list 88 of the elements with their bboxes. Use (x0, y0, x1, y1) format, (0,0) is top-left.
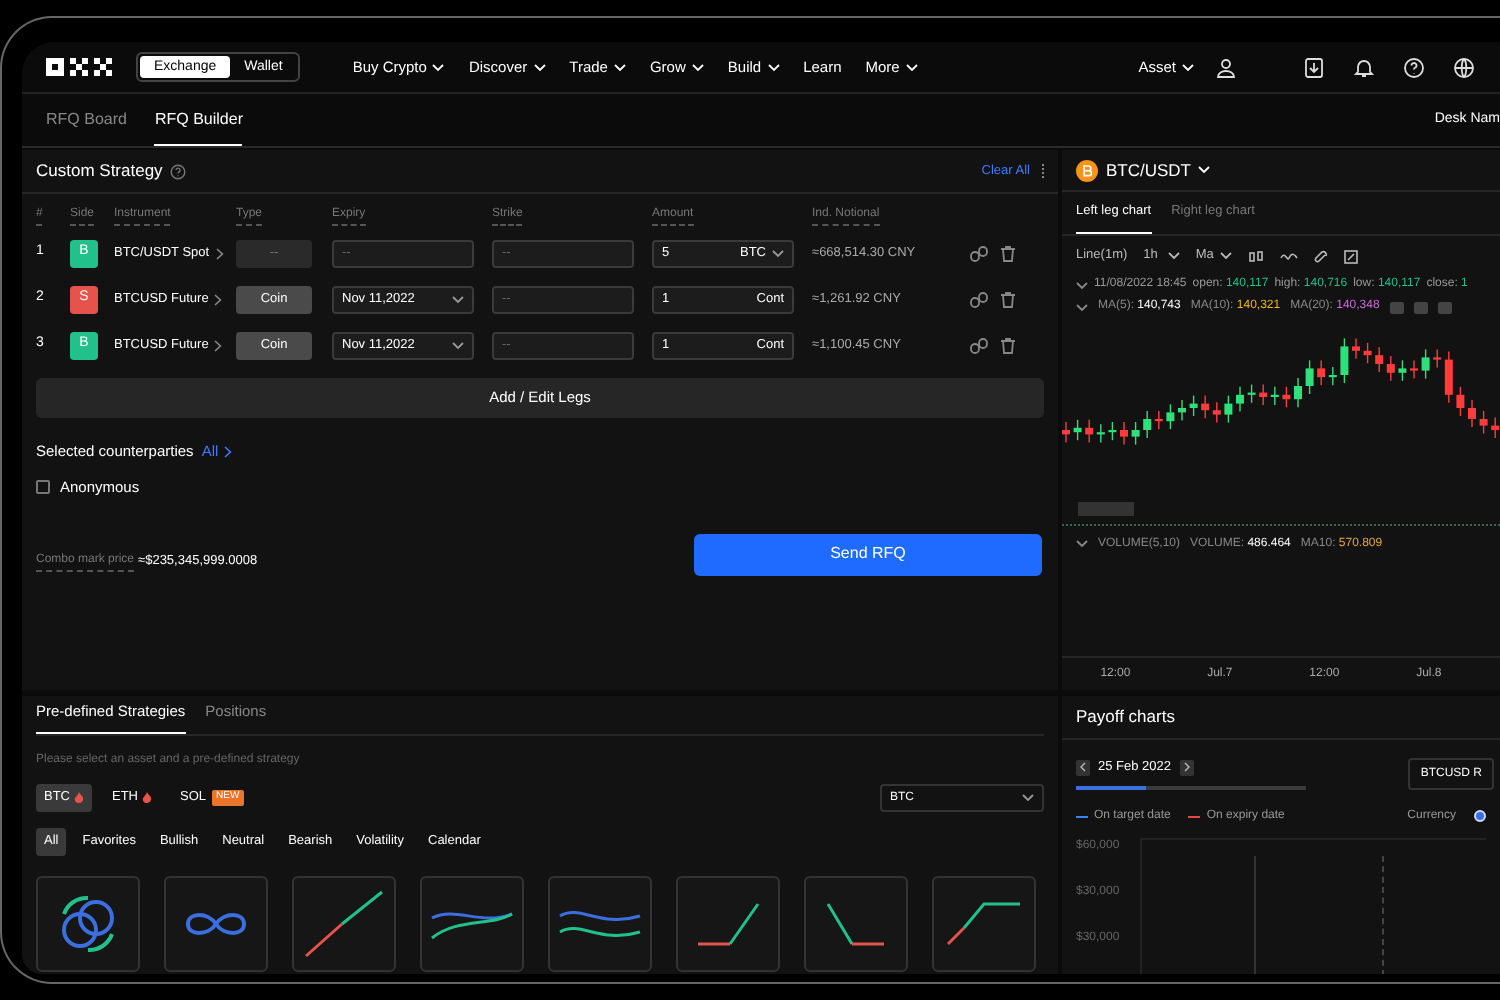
caret-icon (533, 63, 546, 71)
strategy-card[interactable] (548, 876, 652, 972)
candle (1421, 348, 1430, 380)
candle (1468, 399, 1476, 428)
caret-icon (1197, 166, 1209, 174)
candle (1352, 337, 1360, 360)
chevron-right-icon (215, 247, 224, 259)
link-icon[interactable] (970, 291, 988, 307)
panel-title: Payoff charts (1076, 704, 1175, 730)
payoff-diagram-icon (696, 902, 760, 946)
currency-radio[interactable] (1474, 810, 1486, 823)
caret-icon (1167, 252, 1180, 260)
flame-icon (142, 792, 152, 804)
strategy-card[interactable] (676, 876, 780, 972)
payoff-diagram-icon (946, 902, 1022, 946)
globe-icon[interactable] (1452, 55, 1476, 79)
candle (1166, 403, 1175, 430)
caret-icon (1022, 794, 1034, 802)
strategy-card[interactable] (292, 876, 396, 972)
candle (1398, 359, 1407, 382)
candle (1108, 421, 1117, 441)
flame-icon (74, 792, 84, 804)
payoff-diagram-icon (186, 912, 246, 936)
trash-icon[interactable] (1000, 337, 1016, 353)
pair-selector[interactable]: BTC/USDT (1106, 157, 1209, 183)
candle (1363, 342, 1372, 364)
candle (1247, 383, 1256, 404)
caret-icon (1076, 281, 1088, 289)
candle (1410, 359, 1418, 380)
page-tab[interactable]: RFQ Builder (154, 108, 243, 146)
candle (1294, 377, 1302, 408)
strategy-card[interactable] (932, 876, 1036, 972)
expand-icon[interactable] (1343, 249, 1358, 263)
candle (1062, 421, 1070, 444)
link-icon[interactable] (970, 245, 988, 261)
trash-icon[interactable] (1000, 291, 1016, 307)
strategy-card[interactable] (420, 876, 524, 972)
page-tab[interactable]: RFQ Board (46, 108, 127, 146)
candle (1305, 359, 1314, 395)
candle (1224, 394, 1233, 424)
caret-icon (767, 63, 780, 71)
candle (1178, 399, 1186, 422)
next-date-button[interactable] (1179, 759, 1194, 776)
candle (1491, 416, 1500, 439)
coin-icon (1076, 159, 1098, 181)
paperclip-icon[interactable] (1313, 249, 1328, 263)
candle (1340, 337, 1349, 384)
logo-icon[interactable] (46, 58, 112, 76)
download-icon[interactable] (1302, 55, 1326, 79)
chevron-right-icon (214, 339, 223, 351)
payoff-diagram-icon (60, 894, 116, 954)
caret-icon (452, 341, 464, 349)
candle (1073, 419, 1082, 441)
trash-icon[interactable] (1000, 245, 1016, 261)
caret-icon (772, 249, 784, 257)
caret-icon (691, 63, 704, 71)
candle (1456, 386, 1465, 417)
candle (1479, 410, 1488, 435)
candle (1120, 421, 1128, 446)
payoff-diagram-icon (304, 890, 384, 958)
caret-icon (432, 63, 445, 71)
strategy-card[interactable] (164, 876, 268, 972)
caret-icon (1076, 303, 1088, 311)
caret-icon (1076, 540, 1088, 548)
wave-icon[interactable] (1279, 250, 1298, 262)
payoff-diagram-icon (826, 902, 886, 946)
candle (1189, 394, 1198, 417)
chevron-right-icon (224, 446, 233, 458)
panel-title: Custom Strategy (36, 158, 163, 184)
bell-icon[interactable] (1352, 55, 1376, 79)
anonymous-checkbox[interactable] (36, 479, 50, 494)
caret-icon (1182, 63, 1194, 71)
caret-icon (613, 63, 626, 71)
date-slider[interactable] (1076, 785, 1306, 790)
caret-icon (905, 63, 918, 71)
previous-date-button[interactable] (1076, 759, 1090, 776)
caret-icon (1219, 252, 1232, 260)
strategy-card[interactable] (36, 876, 140, 972)
candle (1282, 386, 1291, 408)
candle-settings-icon[interactable] (1247, 249, 1264, 263)
send-rfq-button[interactable]: Send RFQ (694, 533, 1042, 576)
link-icon[interactable] (970, 337, 988, 353)
candle (1236, 386, 1244, 413)
candle (1131, 421, 1140, 446)
chevron-right-icon (214, 293, 223, 305)
user-icon[interactable] (1214, 55, 1238, 79)
caret-icon (452, 295, 464, 303)
payoff-diagram-icon (558, 908, 642, 940)
